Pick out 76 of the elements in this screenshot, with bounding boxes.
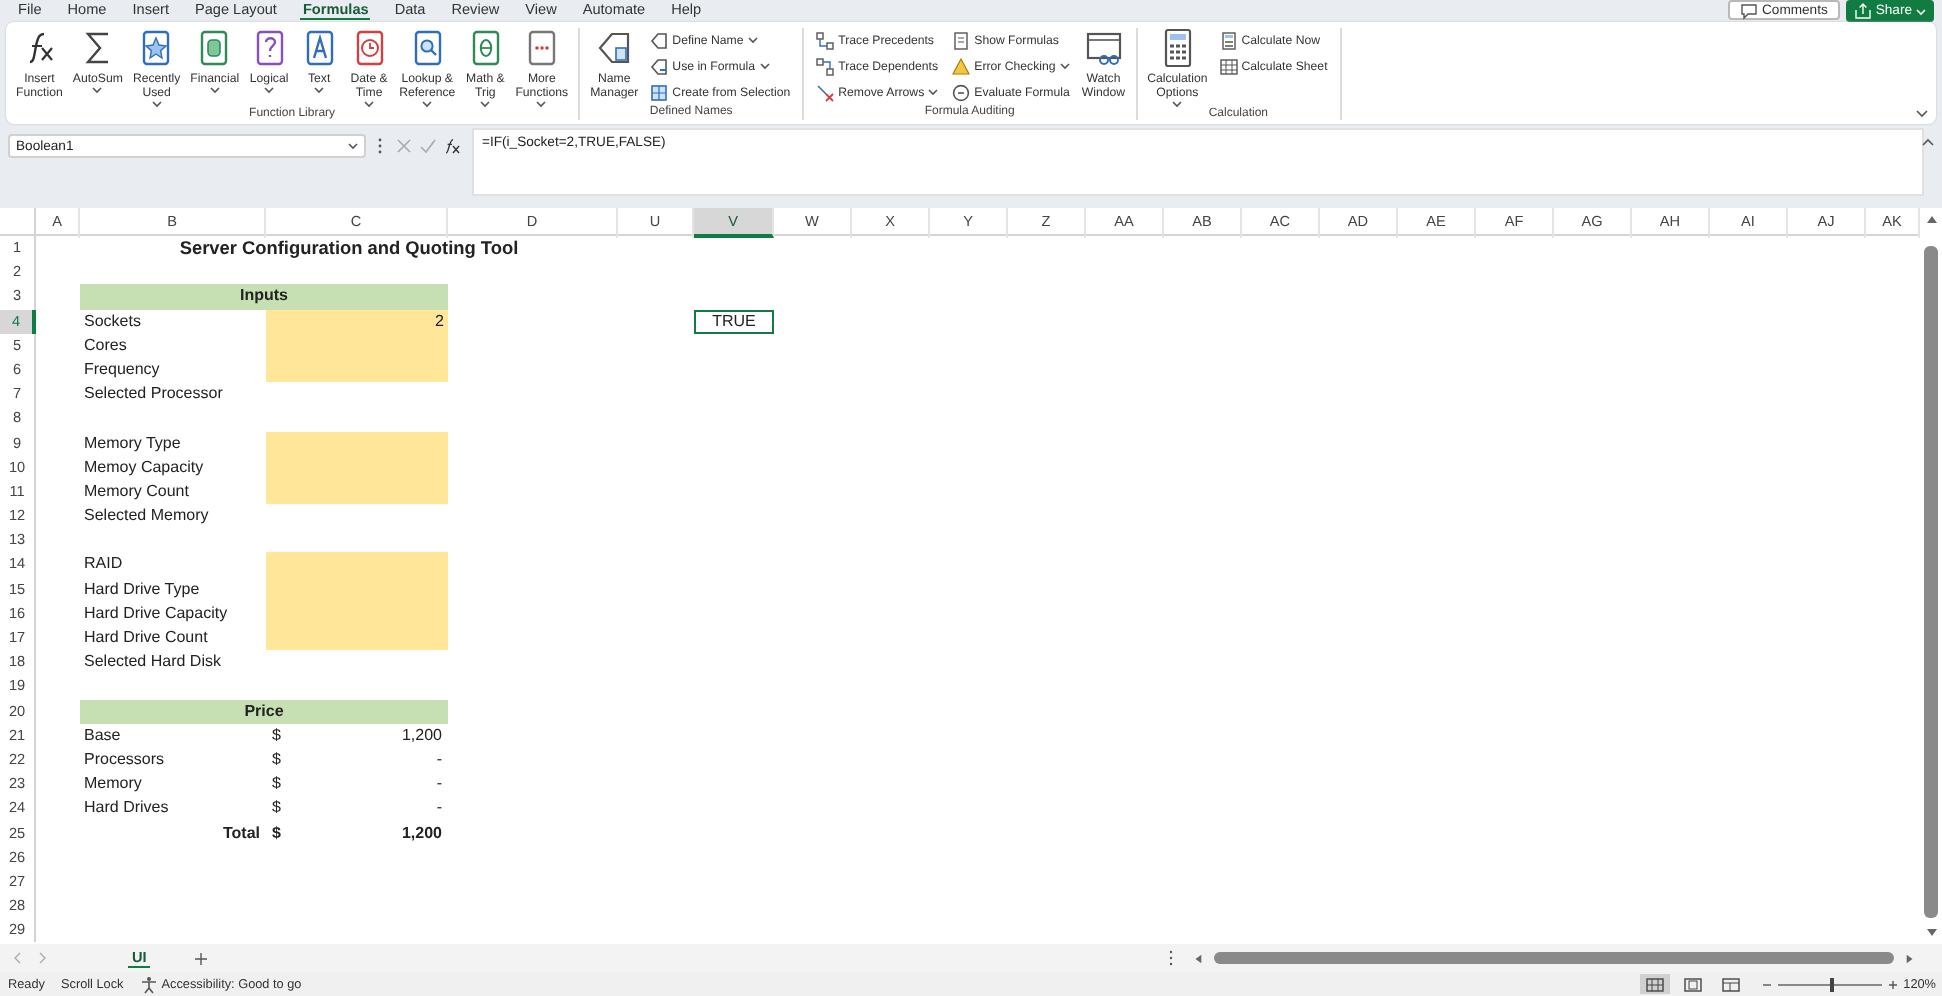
view-button[interactable]	[1639, 974, 1670, 994]
tag-icon	[650, 57, 669, 75]
caret-icon	[348, 142, 358, 150]
close-icon	[396, 138, 412, 154]
input-cell[interactable]	[266, 626, 448, 651]
more-icon	[1168, 950, 1175, 966]
cell-label: Selected Hard Disk	[82, 650, 223, 675]
fx-icon	[444, 138, 460, 154]
cell-label: Selected Memory	[82, 504, 211, 529]
page-break-icon	[1721, 977, 1740, 991]
cell-label: Memory	[82, 772, 144, 797]
cell-label: Hard Drive Count	[82, 626, 210, 650]
input-cell[interactable]	[266, 431, 448, 456]
scroll-left-icon	[1192, 953, 1205, 963]
active-cell[interactable]: TRUE	[694, 309, 774, 334]
chevron-up-icon	[1922, 138, 1934, 146]
comment-icon	[1740, 1, 1758, 19]
chevron-down-icon	[1916, 110, 1928, 118]
section-header: Inputs	[80, 284, 448, 310]
caret-icon	[1916, 7, 1926, 15]
cell-label: Total	[220, 821, 262, 845]
window-icon	[1083, 28, 1124, 68]
cell-value: -	[436, 796, 442, 821]
cell-label: Cores	[82, 333, 129, 358]
scrollbar-thumb[interactable]	[1924, 246, 1938, 918]
tag-icon	[594, 28, 635, 68]
remove-arrows-icon	[816, 83, 835, 101]
cell-label: RAID	[82, 552, 125, 577]
cell-label: Hard Drive Type	[82, 577, 202, 602]
cell-label: Selected Processor	[82, 382, 225, 407]
cell-label: Base	[82, 723, 123, 748]
cell-label: Hard Drives	[82, 796, 171, 821]
chevron-right-icon	[36, 952, 48, 964]
minus-icon	[1761, 979, 1772, 989]
currency-symbol: $	[272, 796, 281, 821]
cell-label: Memoy Capacity	[82, 455, 206, 480]
currency-symbol: $	[272, 723, 281, 748]
warning-icon	[952, 57, 971, 75]
cell-label: Frequency	[82, 357, 162, 382]
grid-icon	[1645, 977, 1664, 991]
page-icon	[952, 31, 971, 49]
cell-value: 1,200	[401, 821, 442, 845]
cell-label: Hard Drive Capacity	[82, 601, 230, 626]
sheet-title: Server Configuration and Quoting Tool	[177, 236, 521, 261]
plus-icon	[1887, 979, 1898, 989]
check-icon	[420, 138, 436, 154]
tag-icon	[650, 31, 669, 49]
calculator-icon	[1219, 57, 1238, 75]
accessibility-icon	[139, 975, 158, 993]
input-cell[interactable]	[266, 479, 448, 505]
scroll-up-icon	[1925, 214, 1937, 224]
scroll-right-icon	[1904, 953, 1917, 963]
input-cell[interactable]: 2	[266, 309, 448, 334]
currency-symbol: $	[272, 747, 281, 772]
currency-symbol: $	[272, 821, 281, 845]
scroll-down-icon	[1925, 928, 1937, 938]
scrollbar-thumb[interactable]	[1214, 952, 1895, 964]
input-cell[interactable]	[266, 357, 448, 383]
cell-value: -	[436, 772, 442, 797]
cell-label: Memory Type	[82, 431, 183, 456]
cell-value: 1,200	[401, 723, 442, 748]
cell-label: Processors	[82, 747, 167, 772]
table-icon	[650, 83, 669, 101]
cell-label: Memory Count	[82, 479, 191, 504]
cell-label: Sockets	[82, 309, 143, 334]
chevron-left-icon	[12, 952, 24, 964]
trace-icon	[816, 31, 835, 49]
evaluate-icon	[952, 83, 971, 101]
input-cell[interactable]	[266, 552, 448, 578]
calculator-icon	[1219, 31, 1238, 49]
trace-icon	[816, 57, 835, 75]
page-icon	[1683, 977, 1702, 991]
section-header: Price	[80, 699, 448, 724]
currency-symbol: $	[272, 772, 281, 797]
cell-value: -	[436, 747, 442, 772]
plus-icon	[194, 951, 209, 965]
